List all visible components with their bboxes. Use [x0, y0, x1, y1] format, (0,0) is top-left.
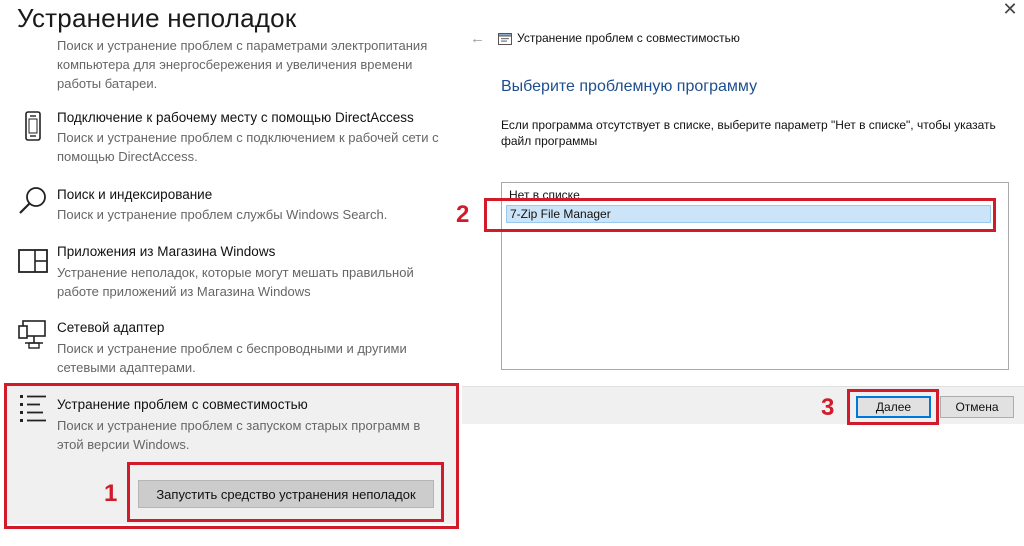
troubleshooter-item-name: Приложения из Магазина Windows: [57, 244, 276, 259]
next-button[interactable]: Далее: [856, 396, 931, 418]
troubleshooter-item-description: Устранение неполадок, которые могут меша…: [57, 265, 414, 299]
page-title: Устранение неполадок: [17, 3, 297, 33]
back-arrow-icon[interactable]: ←: [470, 30, 488, 48]
wizard-title: Устранение проблем с совместимостью: [517, 31, 740, 45]
troubleshooter-item-store-apps[interactable]: Приложения из Магазина Windows Устранени…: [0, 243, 462, 303]
troubleshooter-item-name: Подключение к рабочему месту с помощью D…: [57, 110, 414, 125]
wizard-footer: Далее Отмена: [462, 386, 1024, 424]
store-window-icon: [17, 245, 49, 277]
wizard-heading: Выберите проблемную программу: [501, 78, 758, 95]
run-troubleshooter-button[interactable]: Запустить средство устранения неполадок: [138, 480, 434, 508]
troubleshooter-item-description: Поиск и устранение проблем с запуском ст…: [57, 418, 421, 452]
troubleshooter-item-description: Поиск и устранение проблем с подключение…: [57, 130, 439, 164]
troubleshooter-item-name: Поиск и индексирование: [57, 187, 213, 202]
troubleshooter-item-description: Поиск и устранение проблем с параметрами…: [57, 38, 428, 91]
wizard-app-icon: [497, 31, 513, 47]
annotation-marker: 1: [104, 480, 118, 507]
troubleshooter-item-name: Сетевой адаптер: [57, 320, 165, 335]
troubleshooter-item-description: Поиск и устранение проблем службы Window…: [57, 207, 388, 222]
troubleshooter-item-description: Поиск и устранение проблем с беспроводны…: [57, 341, 407, 375]
search-icon: [17, 185, 49, 217]
wizard-instruction: Если программа отсутствует в списке, выб…: [501, 118, 996, 148]
annotation-marker: 3: [821, 394, 835, 421]
troubleshooter-item-network-adapter[interactable]: Сетевой адаптер Поиск и устранение пробл…: [0, 319, 462, 379]
troubleshooter-item-name: Устранение проблем с совместимостью: [57, 397, 308, 412]
program-listbox[interactable]: Нет в списке 7-Zip File Manager: [501, 182, 1009, 370]
close-icon[interactable]: ✕: [1000, 0, 1020, 20]
troubleshoot-settings-panel: Устранение неполадок Поиск и устранение …: [0, 0, 462, 546]
troubleshooter-item-search[interactable]: Поиск и индексирование Поиск и устранени…: [0, 185, 462, 225]
troubleshooter-item-directaccess[interactable]: Подключение к рабочему месту с помощью D…: [0, 110, 462, 172]
annotation-marker: 2: [456, 201, 470, 228]
troubleshooter-item-power[interactable]: Поиск и устранение проблем с параметрами…: [0, 36, 462, 96]
network-adapter-icon: [17, 319, 49, 351]
program-list-item-selected[interactable]: 7-Zip File Manager: [506, 205, 991, 223]
compatibility-wizard-dialog: ✕ ← Устранение проблем с совместимостью …: [462, 0, 1024, 546]
program-list-item[interactable]: Нет в списке: [506, 186, 1004, 204]
cancel-button[interactable]: Отмена: [940, 396, 1014, 418]
compatibility-list-icon: [18, 392, 50, 424]
phone-icon: [17, 110, 49, 142]
